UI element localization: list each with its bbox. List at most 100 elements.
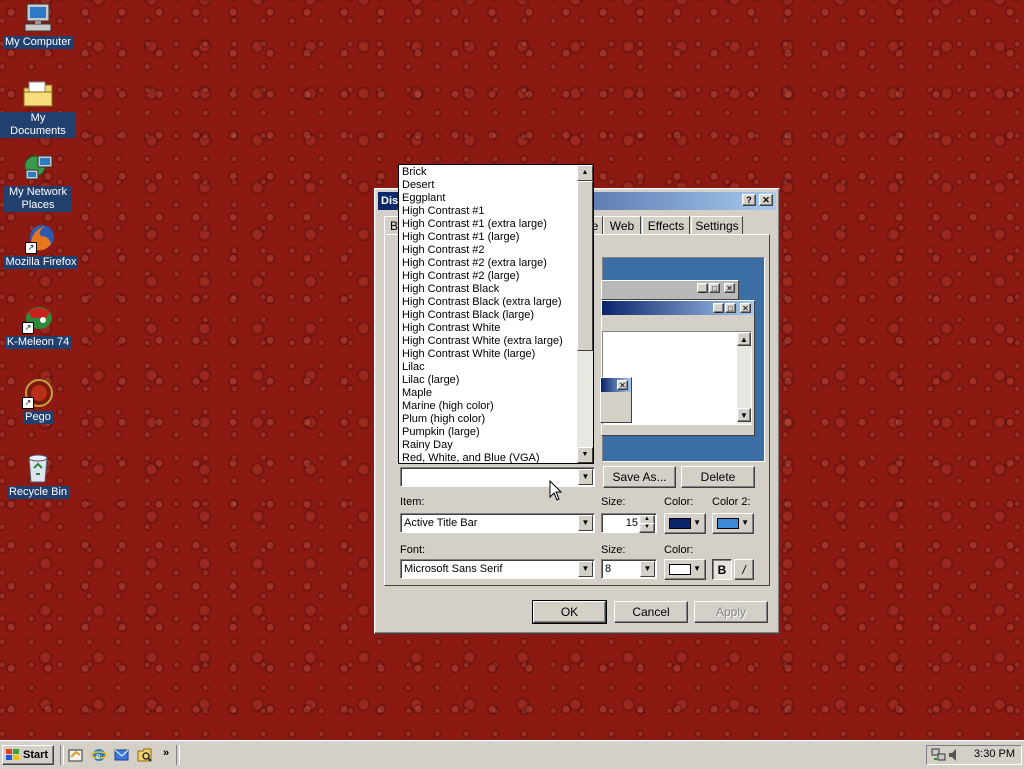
help-button[interactable]: ? [742, 194, 756, 206]
icon-label: My Computer [2, 36, 74, 49]
chevron-down-icon[interactable]: ▼ [640, 561, 655, 577]
font-size-select[interactable]: 8 ▼ [601, 559, 657, 579]
italic-toggle[interactable]: / [734, 559, 754, 580]
apply-button[interactable]: Apply [694, 601, 768, 623]
scheme-list-item[interactable]: High Contrast #2 (extra large) [399, 257, 593, 270]
scheme-list-item[interactable]: High Contrast Black (large) [399, 309, 593, 322]
tab-settings[interactable]: Settings [691, 216, 743, 235]
show-desktop-icon[interactable] [68, 747, 84, 763]
desktop-icon-my-documents[interactable]: My Documents [0, 78, 76, 138]
color-swatch [669, 518, 691, 529]
scheme-list-item[interactable]: Lilac (large) [399, 374, 593, 387]
outlook-icon[interactable] [114, 747, 130, 763]
scheme-list-item[interactable]: Marine (high color) [399, 400, 593, 413]
font-color-label: Color: [664, 544, 694, 556]
desktop-icon-recycle-bin[interactable]: Recycle Bin [0, 452, 76, 499]
minimize-icon: _ [697, 283, 708, 293]
scheme-list-item[interactable]: Desert [399, 179, 593, 192]
scheme-list-item[interactable]: High Contrast #1 (extra large) [399, 218, 593, 231]
network-connection-icon[interactable] [931, 747, 947, 763]
chevron-down-icon[interactable]: ▼ [578, 561, 593, 577]
desktop-icon-my-network-places[interactable]: My Network Places [0, 152, 76, 212]
chevron-down-icon: ▼ [741, 518, 749, 527]
scroll-up-icon[interactable]: ▲ [577, 165, 593, 181]
scheme-list-scrollbar[interactable]: ▲ ▼ [577, 165, 593, 463]
scheme-list-item[interactable]: Rainy Day [399, 439, 593, 452]
scheme-list-item[interactable]: High Contrast Black (extra large) [399, 296, 593, 309]
scheme-list-item[interactable]: High Contrast White [399, 322, 593, 335]
volume-icon[interactable] [947, 747, 961, 763]
scheme-list-item[interactable]: High Contrast #1 [399, 205, 593, 218]
item-select[interactable]: Active Title Bar ▼ [400, 513, 595, 533]
quick-launch-chevron[interactable]: » [163, 747, 169, 759]
mouse-cursor-icon [549, 480, 563, 501]
tab-effects[interactable]: Effects [642, 216, 690, 235]
bold-toggle[interactable]: B [712, 559, 732, 580]
scheme-list-item[interactable]: High Contrast #2 [399, 244, 593, 257]
scheme-list-item[interactable]: Plum (high color) [399, 413, 593, 426]
scroll-down-icon[interactable]: ▼ [577, 447, 593, 463]
icon-label: K-Meleon 74 [4, 336, 72, 349]
minimize-icon: _ [713, 303, 724, 313]
folder-icon [22, 78, 54, 110]
preview-scrollbar: ▲ ▼ [737, 332, 751, 424]
shortcut-arrow-icon: ↗ [22, 322, 34, 334]
item-color-button[interactable]: ▼ [664, 513, 706, 534]
svg-text:e: e [96, 751, 101, 762]
scroll-thumb[interactable] [577, 181, 593, 351]
close-button[interactable]: ✕ [759, 194, 773, 206]
close-icon: ✕ [740, 303, 751, 313]
font-color-swatch [669, 564, 691, 575]
clock[interactable]: 3:30 PM [974, 748, 1015, 760]
icon-label: My Network Places [4, 186, 72, 212]
ie-icon[interactable]: e [91, 747, 107, 763]
cancel-button[interactable]: Cancel [614, 601, 688, 623]
scheme-list-item[interactable]: High Contrast Black [399, 283, 593, 296]
icon-label: My Documents [0, 112, 76, 138]
save-as-button[interactable]: Save As... [603, 466, 676, 488]
desktop-icon-my-computer[interactable]: My Computer [0, 2, 76, 49]
size-label: Size: [601, 496, 626, 508]
icon-label: Mozilla Firefox [3, 256, 79, 269]
scheme-list-item[interactable]: Red, White, and Blue (VGA) [399, 452, 593, 463]
icon-label: Recycle Bin [6, 486, 70, 499]
scheme-list-item[interactable]: Maple [399, 387, 593, 400]
shortcut-arrow-icon: ↗ [22, 397, 34, 409]
scheme-list-item[interactable]: Eggplant [399, 192, 593, 205]
scheme-list-item[interactable]: Lilac [399, 361, 593, 374]
scheme-list-item[interactable]: High Contrast White (large) [399, 348, 593, 361]
desktop-icon-k-meleon[interactable]: ↗ K-Meleon 74 [0, 302, 76, 349]
preview-inactive-window: _ □ ✕ [601, 280, 739, 300]
computer-icon [22, 2, 54, 34]
explorer-icon[interactable] [137, 747, 153, 763]
scheme-list-item[interactable]: High Contrast #2 (large) [399, 270, 593, 283]
k-meleon-icon: ↗ [22, 302, 54, 334]
font-select[interactable]: Microsoft Sans Serif ▼ [400, 559, 595, 579]
chevron-down-icon[interactable]: ▼ [578, 515, 593, 531]
preview-active-window: _ □ ✕ ▲ ▼ ✕ [600, 300, 755, 436]
dialog-title: Dis [381, 195, 399, 207]
scheme-dropdown-list[interactable]: Brick Desert Eggplant High Contrast #1 High … [398, 164, 594, 464]
scheme-list-item[interactable]: Brick [399, 166, 593, 179]
ok-button[interactable]: OK [532, 600, 607, 624]
scheme-list-item[interactable]: High Contrast #1 (large) [399, 231, 593, 244]
scheme-list-item[interactable]: High Contrast White (extra large) [399, 335, 593, 348]
scheme-select[interactable]: ▼ [400, 467, 595, 487]
font-color-button[interactable]: ▼ [664, 559, 706, 580]
tab-web[interactable]: Web [603, 216, 641, 235]
desktop-icon-pego[interactable]: ↗ Pego [0, 377, 76, 424]
icon-label: Pego [23, 411, 53, 424]
scheme-list-items: Brick Desert Eggplant High Contrast #1 High … [399, 165, 593, 463]
start-button[interactable]: Start [2, 745, 54, 765]
scheme-list-item[interactable]: Pumpkin (large) [399, 426, 593, 439]
chevron-down-icon[interactable]: ▼ [578, 469, 593, 485]
system-tray: 3:30 PM [926, 745, 1022, 765]
spin-down-icon[interactable]: ▼ [639, 523, 655, 533]
item-size-stepper[interactable]: 15 ▲ ▼ [601, 513, 657, 533]
desktop-icon-mozilla-firefox[interactable]: ↗ Mozilla Firefox [3, 222, 79, 269]
chevron-down-icon: ▼ [693, 564, 701, 573]
item-color2-button[interactable]: ▼ [712, 513, 754, 534]
toolbar-separator [176, 745, 180, 765]
delete-button[interactable]: Delete [681, 466, 755, 488]
shortcut-arrow-icon: ↗ [25, 242, 37, 254]
